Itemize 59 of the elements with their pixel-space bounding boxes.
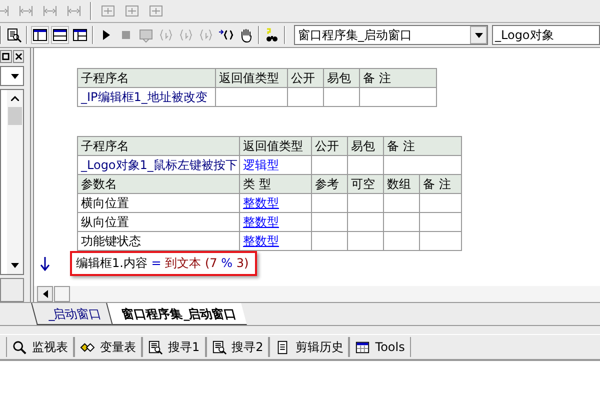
find-icon: [148, 340, 163, 354]
find-icon: [212, 340, 227, 354]
scrollbar[interactable]: [7, 90, 23, 274]
align-icon[interactable]: [66, 3, 82, 19]
table-cell: 整数型: [240, 232, 312, 250]
binoculars-icon[interactable]: [264, 27, 280, 43]
down-arrow-icon[interactable]: [11, 263, 19, 268]
table-header-cell: 公开: [288, 68, 324, 88]
panel-tab[interactable]: Tools: [349, 337, 411, 357]
table-header-cell: 子程序名: [78, 68, 216, 88]
table-cell: 整数型: [240, 212, 312, 232]
resize-icon[interactable]: [148, 3, 164, 19]
table-header-cell: 返回值类型: [216, 68, 288, 88]
table-header-cell: 备 注: [384, 136, 462, 156]
panel-tab[interactable]: 剪辑历史: [269, 337, 350, 357]
close-icon[interactable]: [12, 50, 24, 63]
layout-icon[interactable]: [32, 27, 48, 43]
table-header-cell: 备 注: [420, 174, 462, 194]
table-header-cell: 易包: [348, 136, 384, 156]
restore-icon[interactable]: [0, 50, 12, 63]
table-cell: 整数型: [240, 194, 312, 212]
scrollbar[interactable]: [34, 286, 600, 302]
editor-tab[interactable]: 窗口程序集_启动窗口: [106, 303, 247, 325]
module-dropdown[interactable]: 窗口程序集_启动窗口: [294, 25, 488, 45]
window-icon: [355, 340, 370, 354]
object-dropdown[interactable]: _Logo对象: [492, 25, 600, 45]
layout-icon[interactable]: [72, 27, 88, 43]
left-arrow-icon[interactable]: [42, 290, 48, 298]
table-header-cell: 返回值类型: [240, 136, 312, 156]
find-icon[interactable]: [6, 27, 22, 43]
table-header-cell: 备 注: [360, 68, 436, 88]
resize-icon[interactable]: [124, 3, 140, 19]
align-icon[interactable]: [18, 3, 34, 19]
table-header-cell: 子程序名: [78, 136, 240, 156]
table-header-cell: 易包: [324, 68, 360, 88]
table-cell: 纵向位置: [78, 212, 240, 232]
table-cell: _IP编辑框1_地址被改变: [78, 88, 216, 106]
table-header-cell: 可空: [348, 174, 384, 194]
panel-tab[interactable]: 监视表: [6, 337, 74, 357]
panel-tab[interactable]: 变量表: [74, 337, 142, 357]
dropdown-field[interactable]: [0, 66, 24, 86]
table-header-cell: 参考: [312, 174, 348, 194]
layout-icon[interactable]: [52, 27, 68, 43]
search-icon: [12, 340, 27, 354]
table-header-cell: 数组: [384, 174, 420, 194]
list-box[interactable]: [0, 89, 24, 275]
down-arrow-icon: [40, 256, 50, 270]
panel-tab[interactable]: 搜寻2: [206, 337, 270, 357]
table-cell: 横向位置: [78, 194, 240, 212]
table-header-cell: 公开: [312, 136, 348, 156]
table-cell: 功能键状态: [78, 232, 240, 250]
panel-tab[interactable]: 搜寻1: [142, 337, 206, 357]
align-icon[interactable]: [42, 3, 58, 19]
table-header-cell: 类 型: [240, 174, 312, 194]
scrollbar-thumb[interactable]: [8, 107, 22, 125]
resize-icon[interactable]: [100, 3, 116, 19]
caret-icon: [474, 32, 482, 38]
caret-icon: [11, 74, 19, 78]
table-header-cell: 参数名: [78, 174, 240, 194]
